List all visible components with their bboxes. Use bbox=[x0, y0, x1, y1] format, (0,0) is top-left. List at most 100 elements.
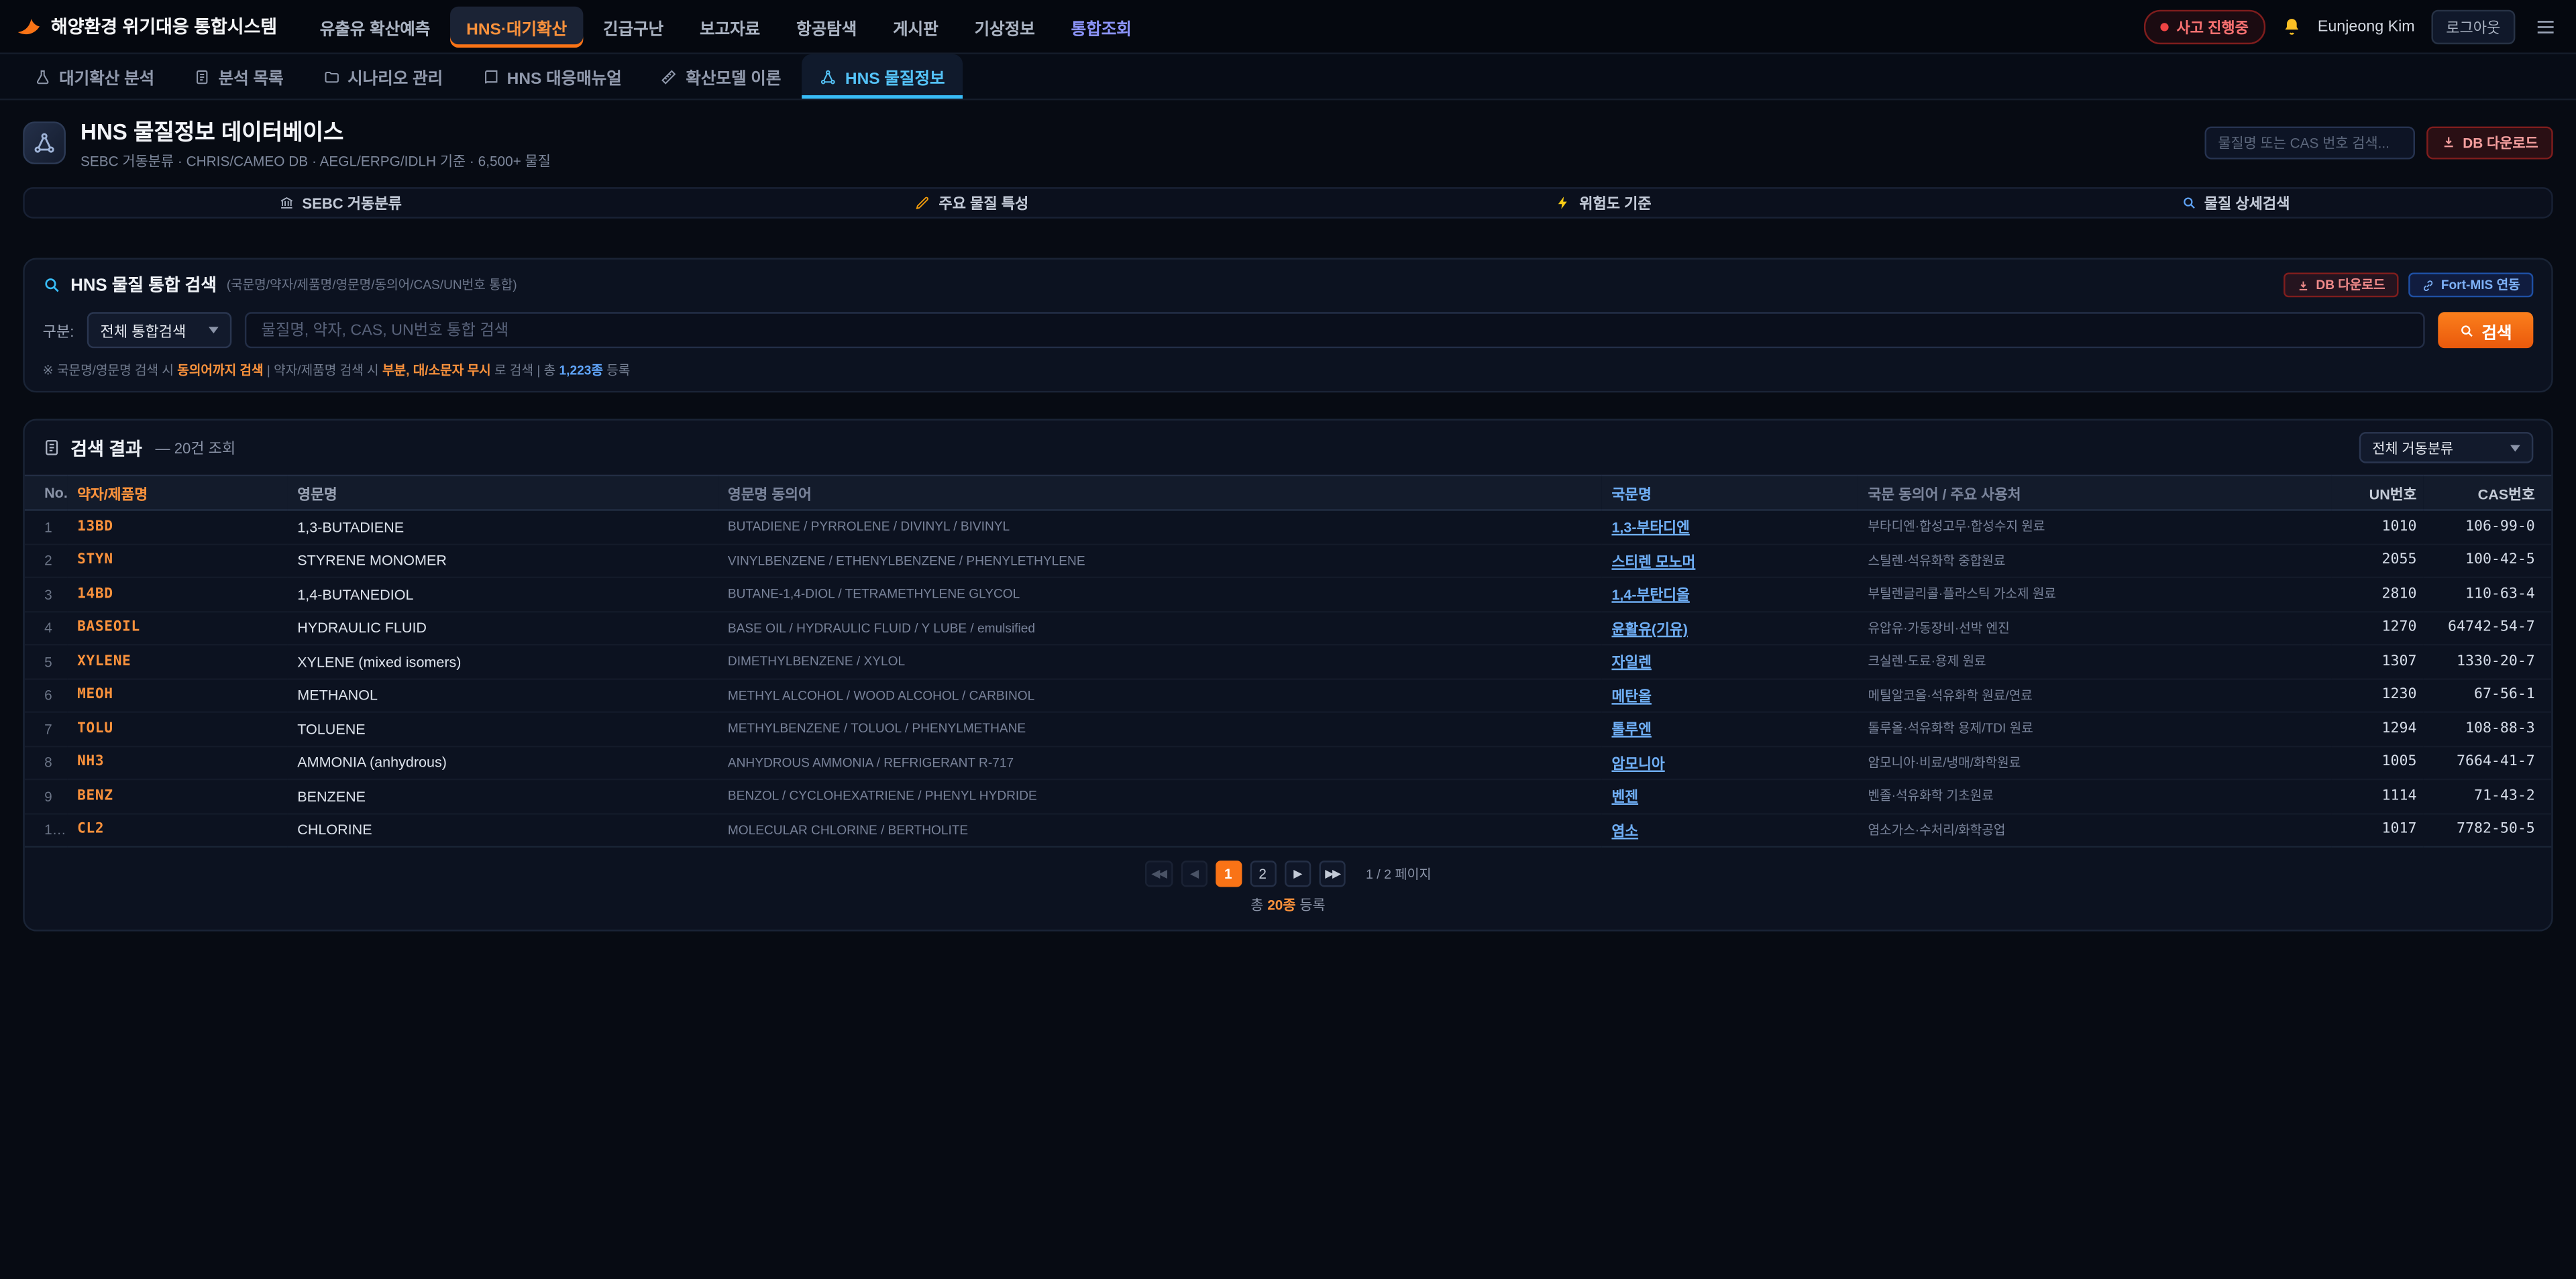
chevron-down-icon bbox=[2510, 444, 2520, 451]
cas-number: 64742-54-7 bbox=[2423, 611, 2553, 645]
table-row[interactable]: 8 NH3 AMMONIA (anhydrous) ANHYDROUS AMMO… bbox=[25, 746, 2553, 779]
quicklink-sebc-classification[interactable]: SEBC 거동분류 bbox=[25, 192, 657, 214]
english-name: STYRENE MONOMER bbox=[288, 544, 718, 577]
table-row[interactable]: 7 TOLU TOLUENE METHYLBENZENE / TOLUOL / … bbox=[25, 712, 2553, 746]
incident-status-badge[interactable]: 사고 진행중 bbox=[2143, 9, 2265, 43]
table-row[interactable]: 2 STYN STYRENE MONOMER VINYLBENZENE / ET… bbox=[25, 544, 2553, 577]
search-help-note: ※ 국문명/영문명 검색 시 동의어까지 검색 | 약자/제품명 검색 시 부분… bbox=[43, 362, 2534, 380]
cas-number: 108-88-3 bbox=[2423, 712, 2553, 746]
korean-synonyms-usage: 암모니아·비료/냉매/화학원료 bbox=[1858, 746, 2331, 779]
korean-name-link[interactable]: 자일렌 bbox=[1611, 654, 1651, 670]
korean-name-link[interactable]: 염소 bbox=[1611, 822, 1638, 838]
nav-item[interactable]: 긴급구난 bbox=[587, 6, 680, 47]
column-header[interactable]: UN번호 bbox=[2331, 476, 2423, 510]
tab-hns-substance-info[interactable]: HNS 물질정보 bbox=[802, 54, 963, 99]
korean-name-link[interactable]: 1,3-부타디엔 bbox=[1611, 519, 1689, 535]
cas-number: 67-56-1 bbox=[2423, 678, 2553, 712]
nav-item[interactable]: 기상정보 bbox=[958, 6, 1051, 47]
tab-label: 시나리오 관리 bbox=[347, 64, 443, 89]
cas-number: 71-43-2 bbox=[2423, 779, 2553, 813]
search-panel-subtitle: (국문명/약자/제품명/영문명/동의어/CAS/UN번호 통합) bbox=[227, 276, 517, 294]
page-subtitle: SEBC 거동분류 · CHRIS/CAMEO DB · AEGL/ERPG/I… bbox=[80, 151, 551, 170]
english-name: CHLORINE bbox=[288, 813, 718, 846]
english-synonyms: BENZOL / CYCLOHEXATRIENE / PHENYL HYDRID… bbox=[718, 779, 1602, 813]
last-page-button[interactable]: ▶▶ bbox=[1318, 860, 1346, 887]
korean-name-link[interactable]: 메탄올 bbox=[1611, 688, 1651, 704]
row-number: 5 bbox=[25, 645, 68, 678]
search-icon bbox=[43, 276, 61, 294]
previous-page-button[interactable]: ◀ bbox=[1181, 860, 1207, 887]
un-number: 1307 bbox=[2331, 645, 2423, 678]
korean-name-link[interactable]: 벤젠 bbox=[1611, 789, 1638, 805]
english-synonyms: METHYLBENZENE / TOLUOL / PHENYLMETHANE bbox=[718, 712, 1602, 746]
un-number: 1017 bbox=[2331, 813, 2423, 846]
quicklink-substance-properties[interactable]: 주요 물질 특성 bbox=[656, 192, 1288, 214]
logout-button[interactable]: 로그아웃 bbox=[2431, 9, 2515, 43]
english-synonyms: METHYL ALCOHOL / WOOD ALCOHOL / CARBINOL bbox=[718, 678, 1602, 712]
english-synonyms: DIMETHYLBENZENE / XYLOL bbox=[718, 645, 1602, 678]
column-header[interactable]: 영문명 bbox=[288, 476, 718, 510]
tab-label: 확산모델 이론 bbox=[686, 64, 781, 89]
korean-name-link[interactable]: 톨루엔 bbox=[1611, 722, 1651, 738]
search-category-select[interactable]: 전체 통합검색 bbox=[87, 312, 232, 348]
nav-item[interactable]: HNS·대기확산 bbox=[450, 6, 584, 47]
table-row[interactable]: 3 14BD 1,4-BUTANEDIOL BUTANE-1,4-DIOL / … bbox=[25, 577, 2553, 611]
category-label: 구분: bbox=[43, 319, 74, 341]
hamburger-menu-icon[interactable] bbox=[2532, 12, 2560, 40]
db-download-button[interactable]: DB 다운로드 bbox=[2283, 273, 2398, 298]
page-number-button[interactable]: 2 bbox=[1250, 860, 1276, 887]
first-page-button[interactable]: ◀◀ bbox=[1144, 860, 1172, 887]
table-row[interactable]: 6 MEOH METHANOL METHYL ALCOHOL / WOOD AL… bbox=[25, 678, 2553, 712]
cas-number: 100-42-5 bbox=[2423, 544, 2553, 577]
next-page-button[interactable]: ▶ bbox=[1284, 860, 1310, 887]
column-header[interactable]: 국문명 bbox=[1602, 476, 1858, 510]
table-row[interactable]: 4 BASEOIL HYDRAULIC FLUID BASE OIL / HYD… bbox=[25, 611, 2553, 645]
book-icon bbox=[482, 68, 498, 85]
column-header[interactable]: CAS번호 bbox=[2423, 476, 2553, 510]
behavior-class-filter-select[interactable]: 전체 거동분류 bbox=[2359, 432, 2534, 463]
table-row[interactable]: 9 BENZ BENZENE BENZOL / CYCLOHEXATRIENE … bbox=[25, 779, 2553, 813]
results-table: No.약자/제품명영문명영문명 동의어국문명국문 동의어 / 주요 사용처UN번… bbox=[25, 475, 2553, 848]
column-header[interactable]: 약자/제품명 bbox=[67, 476, 287, 510]
search-panel-title: HNS 물질 통합 검색 bbox=[70, 273, 217, 298]
tab-scenario-management[interactable]: 시나리오 관리 bbox=[305, 54, 461, 99]
korean-name-link[interactable]: 윤활유(기유) bbox=[1611, 620, 1687, 636]
search-button[interactable]: 검색 bbox=[2437, 312, 2533, 348]
tab-atmospheric-analysis[interactable]: 대기확산 분석 bbox=[16, 54, 172, 99]
ruler-icon bbox=[661, 68, 678, 85]
column-header[interactable]: 국문 동의어 / 주요 사용처 bbox=[1858, 476, 2331, 510]
folder-icon bbox=[323, 68, 339, 85]
column-header[interactable]: 영문명 동의어 bbox=[718, 476, 1602, 510]
korean-name-link[interactable]: 1,4-부탄디올 bbox=[1611, 587, 1689, 603]
korean-name-link[interactable]: 암모니아 bbox=[1611, 755, 1664, 771]
quicklink-risk-criteria[interactable]: 위험도 기준 bbox=[1288, 192, 1920, 214]
nav-item[interactable]: 항공탐색 bbox=[780, 6, 873, 47]
nav-item[interactable]: 게시판 bbox=[877, 6, 955, 47]
notification-bell-icon[interactable] bbox=[2282, 16, 2301, 36]
integrated-search-input[interactable] bbox=[245, 312, 2424, 348]
nav-item[interactable]: 통합조회 bbox=[1055, 6, 1148, 47]
english-name: TOLUENE bbox=[288, 712, 718, 746]
top-navbar: 해양환경 위기대응 통합시스템 유출유 확산예측 HNS·대기확산 긴급구난 보… bbox=[0, 0, 2576, 54]
tab-hns-response-manual[interactable]: HNS 대응매뉴얼 bbox=[464, 54, 640, 99]
nav-item[interactable]: 보고자료 bbox=[684, 6, 777, 47]
column-header[interactable]: No. bbox=[25, 476, 68, 510]
table-row[interactable]: 10 CL2 CHLORINE MOLECULAR CHLORINE / BER… bbox=[25, 813, 2553, 846]
quicklink-substance-detail-search[interactable]: 물질 상세검색 bbox=[1920, 192, 2552, 214]
table-row[interactable]: 1 13BD 1,3-BUTADIENE BUTADIENE / PYRROLE… bbox=[25, 510, 2553, 543]
page-number-button[interactable]: 1 bbox=[1215, 860, 1241, 887]
tab-diffusion-model-theory[interactable]: 확산모델 이론 bbox=[643, 54, 800, 99]
table-row[interactable]: 5 XYLENE XYLENE (mixed isomers) DIMETHYL… bbox=[25, 645, 2553, 678]
english-name: AMMONIA (anhydrous) bbox=[288, 746, 718, 779]
integrated-search-panel: HNS 물질 통합 검색 (국문명/약자/제품명/영문명/동의어/CAS/UN번… bbox=[23, 258, 2553, 392]
un-number: 2810 bbox=[2331, 577, 2423, 611]
header-db-download-button[interactable]: DB 다운로드 bbox=[2426, 125, 2553, 158]
red-dot-icon bbox=[2160, 22, 2168, 30]
row-number: 3 bbox=[25, 577, 68, 611]
korean-name-link[interactable]: 스티렌 모노머 bbox=[1611, 553, 1695, 569]
tab-analysis-list[interactable]: 분석 목록 bbox=[176, 54, 302, 99]
nav-item[interactable]: 유출유 확산예측 bbox=[303, 6, 447, 47]
fortmis-link-button[interactable]: Fort-MIS 연동 bbox=[2408, 273, 2533, 298]
header-search-input[interactable] bbox=[2205, 125, 2415, 158]
link-icon bbox=[2421, 278, 2434, 292]
